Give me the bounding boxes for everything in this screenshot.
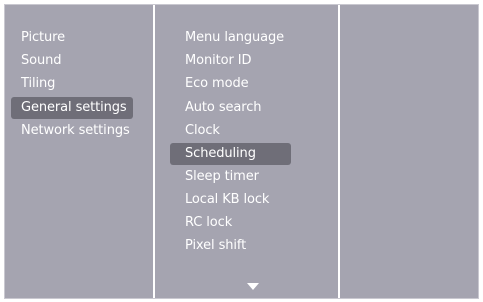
main-menu-item-tiling[interactable]: Tiling [11,73,133,95]
main-menu-column: Picture Sound Tiling General settings Ne… [5,5,153,298]
sub-menu-item-eco-mode[interactable]: Eco mode [170,73,291,95]
sub-menu-item-rc-lock[interactable]: RC lock [170,212,291,234]
main-menu-item-network-settings[interactable]: Network settings [11,120,133,142]
sub-menu-item-monitor-id[interactable]: Monitor ID [170,50,291,72]
sub-menu-item-pixel-shift[interactable]: Pixel shift [170,235,291,257]
main-menu-item-picture[interactable]: Picture [11,27,133,49]
sub-menu-item-sleep-timer[interactable]: Sleep timer [170,166,291,188]
detail-column [338,5,478,298]
sub-menu-item-scheduling[interactable]: Scheduling [170,143,291,165]
sub-menu-item-local-kb-lock[interactable]: Local KB lock [170,189,291,211]
osd-menu: Picture Sound Tiling General settings Ne… [4,4,479,299]
sub-menu-item-clock[interactable]: Clock [170,120,291,142]
down-arrow-icon[interactable] [247,283,259,290]
main-menu-item-general-settings[interactable]: General settings [11,97,133,119]
sub-menu-column: Menu language Monitor ID Eco mode Auto s… [153,5,338,298]
sub-menu-item-auto-search[interactable]: Auto search [170,97,291,119]
main-menu-item-sound[interactable]: Sound [11,50,133,72]
sub-menu-item-menu-language[interactable]: Menu language [170,27,291,49]
